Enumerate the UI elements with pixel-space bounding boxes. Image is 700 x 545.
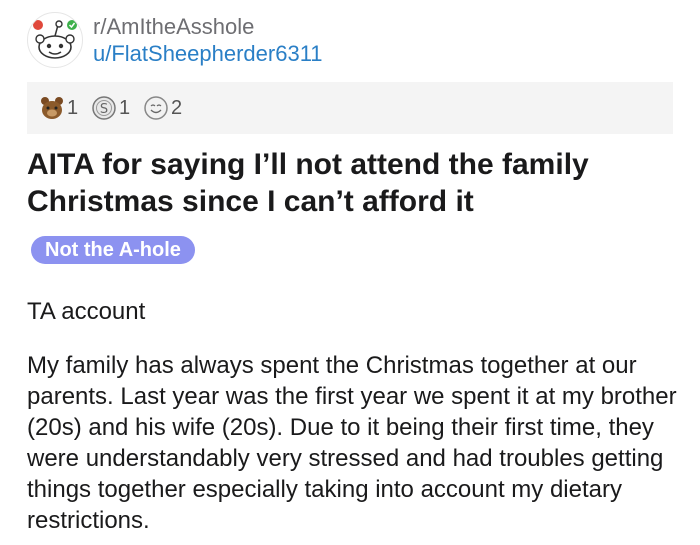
post-flair[interactable]: Not the A-hole bbox=[31, 236, 195, 264]
silver-award-icon: S bbox=[92, 96, 116, 120]
snoo-icon bbox=[33, 20, 77, 59]
post-paragraph: TA account bbox=[27, 298, 146, 325]
award-count: 1 bbox=[119, 96, 131, 119]
post-title[interactable]: AITA for saying I’ll not attend the fami… bbox=[27, 146, 673, 220]
award-count: 1 bbox=[67, 96, 79, 119]
bear-award-icon bbox=[41, 97, 63, 119]
award-silver[interactable]: S 1 bbox=[91, 94, 130, 122]
svg-text:S: S bbox=[100, 102, 108, 117]
awards-bar: 1 S 1 2 bbox=[27, 82, 673, 134]
award-wholesome[interactable]: 2 bbox=[143, 94, 182, 122]
subreddit-avatar[interactable] bbox=[27, 12, 83, 68]
award-bear[interactable]: 1 bbox=[39, 94, 78, 122]
post-body: TA account My family has always spent th… bbox=[27, 296, 677, 536]
wholesome-award-icon bbox=[144, 96, 168, 120]
author-link[interactable]: u/FlatSheepherder6311 bbox=[93, 41, 323, 67]
post-header: r/AmItheAsshole u/FlatSheepherder6311 bbox=[27, 12, 667, 70]
award-count: 2 bbox=[171, 96, 183, 119]
subreddit-name[interactable]: r/AmItheAsshole bbox=[93, 14, 254, 40]
post-paragraph: My family has always spent the Christmas… bbox=[27, 352, 677, 534]
